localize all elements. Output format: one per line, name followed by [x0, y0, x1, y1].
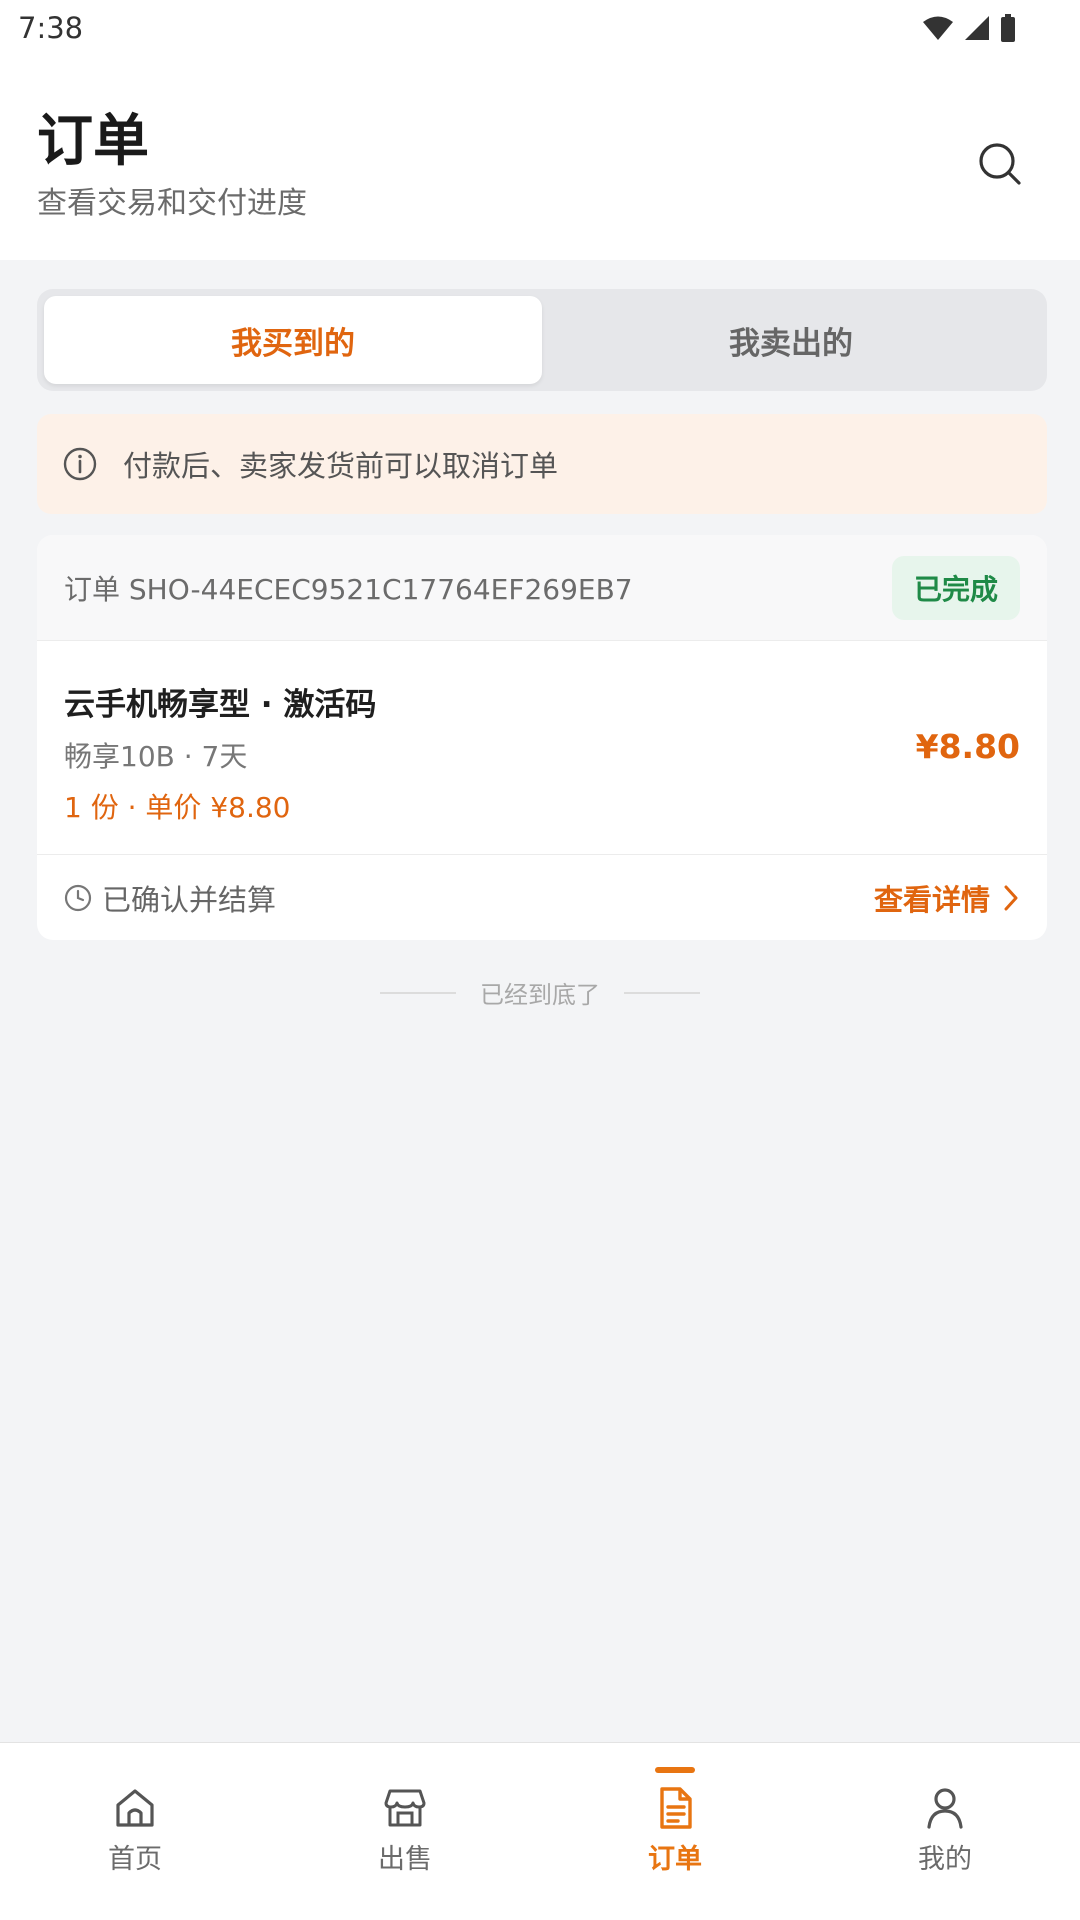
nav-profile[interactable]: 我的 — [810, 1743, 1080, 1920]
order-card-footer: 已确认并结算 查看详情 — [37, 855, 1047, 940]
status-bar: 7:38 — [0, 0, 1080, 56]
order-type-tabs: 我买到的 我卖出的 — [37, 289, 1047, 391]
order-card-body: 云手机畅享型 · 激活码 畅享10B · 7天 1 份 · 单价 ¥8.80 ¥… — [37, 641, 1047, 855]
store-icon — [384, 1789, 426, 1827]
battery-icon — [1001, 14, 1015, 42]
status-badge: 已完成 — [891, 555, 1020, 620]
divider — [380, 991, 456, 994]
nav-home[interactable]: 首页 — [0, 1743, 270, 1920]
status-icons — [922, 14, 1060, 42]
document-icon — [660, 1787, 692, 1829]
clock-icon — [64, 884, 92, 911]
product-name: 云手机畅享型 · 激活码 — [64, 687, 377, 723]
status-time: 7:38 — [18, 11, 84, 45]
tab-sold[interactable]: 我卖出的 — [542, 296, 1040, 384]
view-details-link[interactable]: 查看详情 — [874, 877, 1020, 919]
settle-status: 已确认并结算 — [64, 877, 276, 919]
page-subtitle: 查看交易和交付进度 — [37, 186, 307, 221]
nav-sell-label: 出售 — [378, 1844, 432, 1875]
divider — [624, 991, 700, 994]
order-card[interactable]: 订单 SHO-44ECEC9521C17764EF269EB7 已完成 云手机畅… — [37, 535, 1047, 940]
info-icon — [63, 447, 97, 481]
product-quantity-price: 1 份 · 单价 ¥8.80 — [64, 791, 291, 824]
nav-home-label: 首页 — [108, 1844, 162, 1875]
wifi-icon — [923, 16, 953, 40]
orders-screen: 7:38 订单 查看交易和交付进度 我买到的 我卖出的 付款后、卖家发货前可以取… — [0, 0, 1080, 1920]
search-icon — [979, 143, 1021, 185]
nav-orders[interactable]: 订单 — [540, 1743, 810, 1920]
header: 订单 查看交易和交付进度 — [0, 56, 1080, 260]
product-spec: 畅享10B · 7天 — [64, 740, 248, 773]
user-icon — [927, 1788, 963, 1829]
order-total-price: ¥8.80 — [915, 727, 1020, 766]
order-id: 订单 SHO-44ECEC9521C17764EF269EB7 — [64, 572, 633, 606]
tab-bought[interactable]: 我买到的 — [44, 296, 542, 384]
active-tab-indicator — [655, 1767, 695, 1773]
chevron-right-icon — [1004, 885, 1018, 910]
page-title: 订单 — [37, 109, 149, 174]
settle-status-text: 已确认并结算 — [102, 882, 277, 917]
signal-icon — [965, 16, 989, 40]
view-details-label: 查看详情 — [873, 882, 990, 917]
nav-orders-label: 订单 — [648, 1844, 702, 1875]
search-button[interactable] — [972, 136, 1028, 192]
nav-sell[interactable]: 出售 — [270, 1743, 540, 1920]
order-card-header: 订单 SHO-44ECEC9521C17764EF269EB7 已完成 — [37, 535, 1047, 641]
notice-text: 付款后、卖家发货前可以取消订单 — [123, 449, 559, 483]
end-of-list: 已经到底了 — [0, 975, 1080, 1010]
cancel-notice: 付款后、卖家发货前可以取消订单 — [37, 414, 1047, 514]
end-of-list-text: 已经到底了 — [480, 981, 600, 1009]
nav-profile-label: 我的 — [918, 1844, 972, 1875]
bottom-nav: 首页 出售 订单 我的 — [0, 1742, 1080, 1920]
home-icon — [116, 1789, 154, 1827]
